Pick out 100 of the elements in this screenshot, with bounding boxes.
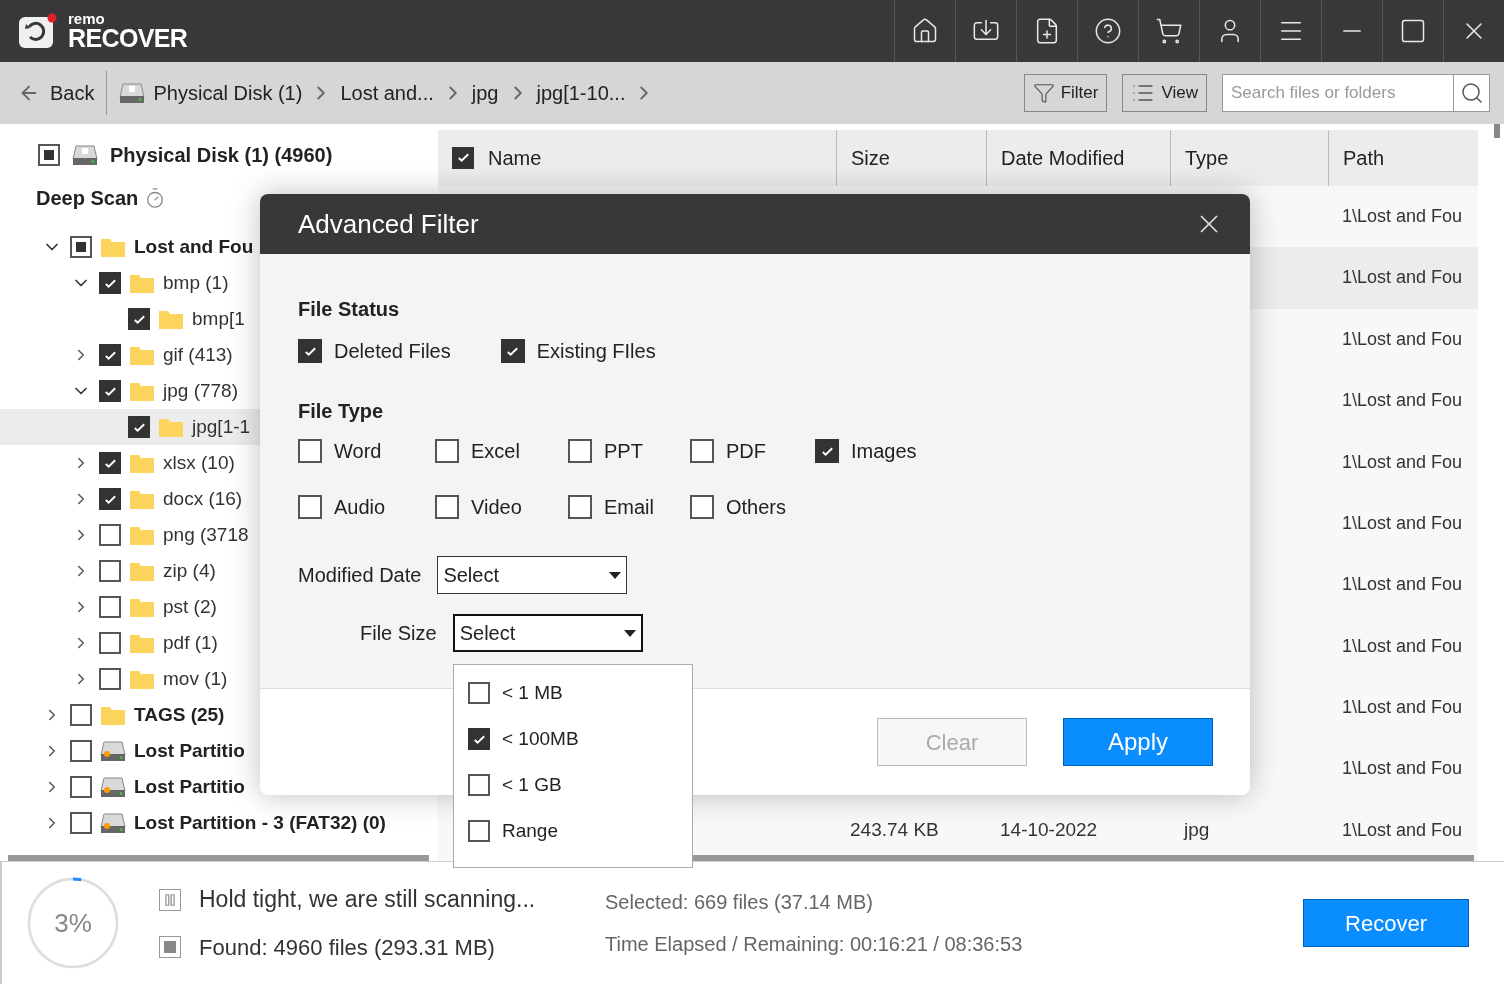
checkbox[interactable] <box>99 452 121 474</box>
field-label: Modified Date <box>298 563 422 588</box>
checkbox[interactable] <box>99 380 121 402</box>
drive-icon <box>100 776 126 798</box>
checkbox[interactable] <box>99 524 121 546</box>
checkbox[interactable] <box>815 439 839 463</box>
checkbox[interactable] <box>38 144 60 166</box>
checkbox[interactable] <box>568 439 592 463</box>
checkbox[interactable] <box>70 704 92 726</box>
checkbox[interactable] <box>99 560 121 582</box>
column-header[interactable]: Name <box>488 142 542 173</box>
tree-item[interactable]: Lost Partition - 3 (FAT32) (0) <box>134 808 386 838</box>
checkbox[interactable] <box>435 495 459 519</box>
filter-button[interactable]: Filter <box>1023 74 1108 112</box>
checkbox[interactable] <box>468 774 490 796</box>
tree-item[interactable]: bmp[1 <box>192 304 245 334</box>
table-cell: 1\Lost and Fou <box>1342 635 1463 656</box>
option-label: Existing FIles <box>536 339 656 364</box>
tree-item[interactable]: Lost and Fou <box>134 232 254 262</box>
tree-item[interactable]: Lost Partitio <box>134 772 245 802</box>
checkbox[interactable] <box>468 820 490 842</box>
logo-text: RECOVER <box>68 26 188 51</box>
checkbox[interactable] <box>99 596 121 618</box>
modified-date-select[interactable]: Select <box>437 556 628 594</box>
tree-item[interactable]: TAGS (25) <box>134 700 225 730</box>
tree-item[interactable]: jpg (778) <box>163 376 238 406</box>
folder-icon <box>129 344 155 366</box>
tree-item[interactable]: jpg[1-1 <box>192 412 251 442</box>
horizontal-scrollbar[interactable] <box>8 855 429 861</box>
view-button[interactable]: View <box>1122 74 1207 112</box>
checkbox[interactable] <box>298 439 322 463</box>
menu-item[interactable]: < 100MB <box>468 727 692 751</box>
option-label: PDF <box>726 439 766 464</box>
horizontal-scrollbar[interactable] <box>690 855 1474 861</box>
option-label: Excel <box>471 439 520 464</box>
tree-item[interactable]: pdf (1) <box>163 628 218 658</box>
tree-item[interactable]: Lost Partitio <box>134 736 245 766</box>
checkbox[interactable] <box>99 488 121 510</box>
file-size-select[interactable]: Select <box>452 614 643 652</box>
folder-icon <box>129 272 155 294</box>
vertical-scrollbar[interactable] <box>1494 124 1500 138</box>
checkbox[interactable] <box>690 439 714 463</box>
checkbox[interactable] <box>70 236 92 258</box>
menu-item[interactable]: < 1 MB <box>468 681 692 705</box>
pause-button[interactable] <box>159 888 181 911</box>
checkbox[interactable] <box>500 339 525 363</box>
help-icon[interactable] <box>1094 17 1122 45</box>
search-field[interactable]: Search files or folders <box>1222 74 1454 112</box>
tree-item[interactable]: pst (2) <box>163 592 217 622</box>
column-header[interactable]: Date Modified <box>1001 142 1125 173</box>
checkbox[interactable] <box>70 812 92 834</box>
column-header[interactable]: Path <box>1343 142 1385 173</box>
dialog-title: Advanced Filter <box>298 207 480 241</box>
option-label: Deleted Files <box>334 339 451 364</box>
cart-icon[interactable] <box>1155 17 1183 45</box>
tree-item[interactable]: docx (16) <box>163 484 243 514</box>
checkbox[interactable] <box>99 272 121 294</box>
stop-button[interactable] <box>159 936 181 959</box>
checkbox[interactable] <box>70 776 92 798</box>
tree-item[interactable]: zip (4) <box>163 556 216 586</box>
home-icon[interactable] <box>911 17 939 45</box>
checkbox[interactable] <box>690 495 714 519</box>
search-button[interactable] <box>1454 74 1490 112</box>
breadcrumb-link[interactable]: Physical Disk (1) <box>153 78 303 108</box>
checkbox[interactable] <box>435 439 459 463</box>
checkbox[interactable] <box>568 495 592 519</box>
column-header[interactable]: Type <box>1185 142 1229 173</box>
checkbox[interactable] <box>128 308 150 330</box>
checkbox[interactable] <box>99 344 121 366</box>
menu-item[interactable]: < 1 GB <box>468 773 692 797</box>
scan-label: Deep Scan <box>36 186 139 211</box>
checkbox[interactable] <box>70 740 92 762</box>
table-cell: 1\Lost and Fou <box>1342 697 1463 718</box>
checkbox[interactable] <box>99 632 121 654</box>
column-header[interactable]: Size <box>851 142 890 173</box>
breadcrumb-link[interactable]: Lost and... <box>340 78 434 108</box>
checkbox[interactable] <box>298 495 322 519</box>
tree-item[interactable]: png (3718 <box>163 520 249 550</box>
checkbox[interactable] <box>468 728 490 750</box>
tree-item[interactable]: mov (1) <box>163 664 228 694</box>
option-label: Video <box>471 495 522 520</box>
maximize-icon[interactable] <box>1399 17 1427 45</box>
checkbox[interactable] <box>298 339 322 363</box>
tree-item[interactable]: xlsx (10) <box>163 448 235 478</box>
checkbox[interactable] <box>452 146 474 169</box>
back-button[interactable]: Back <box>18 71 108 115</box>
pause-icon <box>163 892 177 907</box>
menu-item[interactable]: Range <box>468 819 692 843</box>
disk-label[interactable]: Physical Disk (1) (4960) <box>110 140 333 170</box>
tree-item[interactable]: bmp (1) <box>163 268 229 298</box>
tree-item[interactable]: gif (413) <box>163 340 233 370</box>
checkbox[interactable] <box>468 682 490 704</box>
folder-icon <box>129 380 155 402</box>
breadcrumb-link[interactable]: jpg <box>471 78 499 108</box>
checkbox[interactable] <box>99 668 121 690</box>
field-label: File Size <box>360 621 437 646</box>
folder-icon <box>129 668 155 690</box>
option-label: PPT <box>604 439 643 464</box>
checkbox[interactable] <box>128 416 150 438</box>
breadcrumb-link[interactable]: jpg[1-10... <box>536 78 626 108</box>
